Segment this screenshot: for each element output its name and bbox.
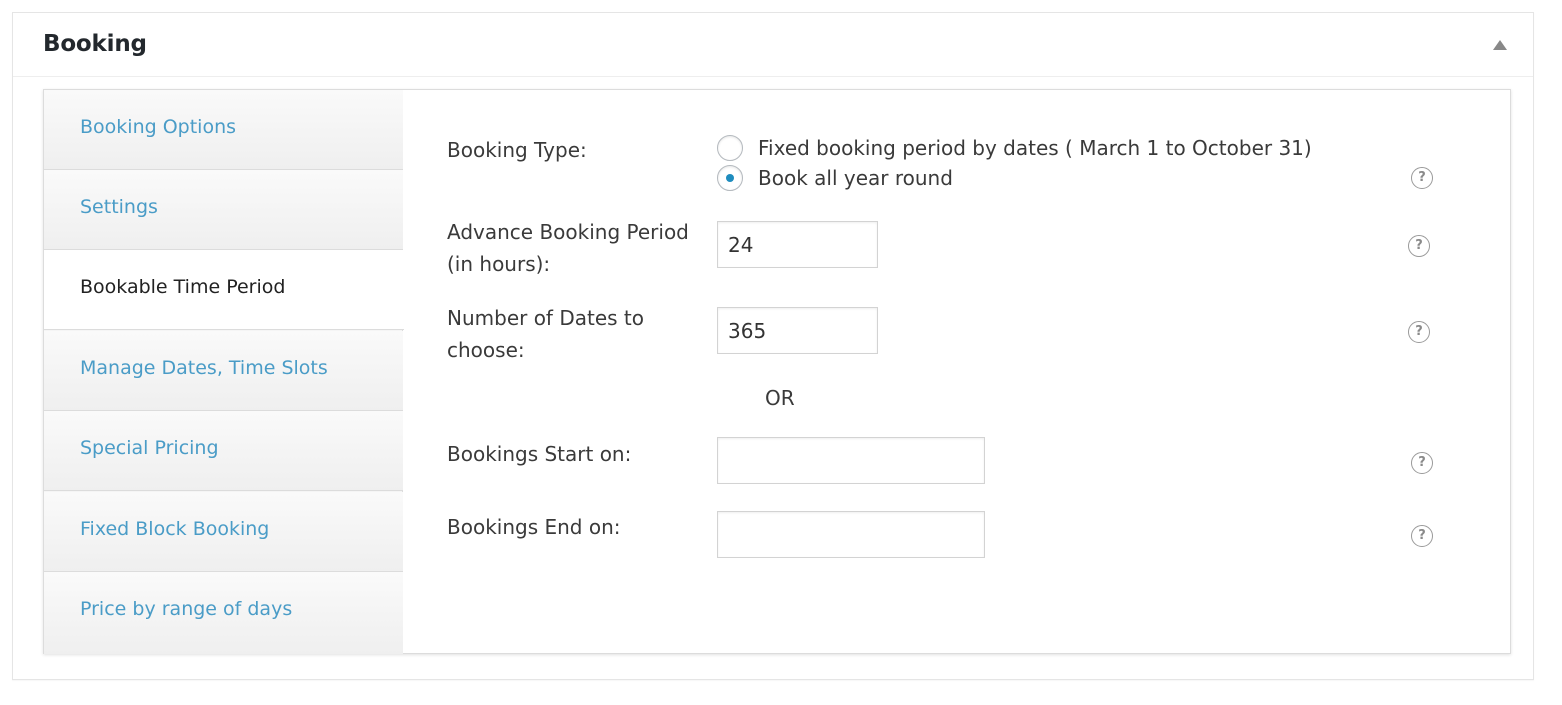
help-icon[interactable]: ?: [1408, 235, 1430, 257]
tab-fixed-block-booking[interactable]: Fixed Block Booking: [44, 492, 403, 572]
help-icon[interactable]: ?: [1411, 525, 1433, 547]
tab-label: Settings: [80, 196, 158, 218]
radio-button[interactable]: [717, 135, 743, 161]
tab-label: Bookable Time Period: [80, 276, 286, 298]
bookings-end-on-label: Bookings End on:: [447, 515, 621, 539]
tab-list: Booking Options Settings Bookable Time P…: [44, 90, 404, 654]
radio-fixed-booking-period[interactable]: Fixed booking period by dates ( March 1 …: [717, 134, 1312, 162]
tab-special-pricing[interactable]: Special Pricing: [44, 411, 403, 491]
booking-metabox: Booking Booking Options Settings Bookabl…: [12, 12, 1534, 680]
booking-type-label: Booking Type:: [447, 138, 587, 162]
label-line: choose:: [447, 338, 525, 362]
tab-label: Booking Options: [80, 116, 237, 138]
tab-price-by-range-of-days[interactable]: Price by range of days: [44, 572, 403, 654]
bookings-end-on-input[interactable]: [717, 511, 985, 558]
number-of-dates-label: Number of Dates to choose:: [447, 302, 644, 366]
tab-booking-options[interactable]: Booking Options: [44, 90, 403, 170]
tabs-container: Booking Options Settings Bookable Time P…: [43, 89, 1511, 654]
radio-label: Fixed booking period by dates ( March 1 …: [758, 136, 1312, 160]
label-line: Number of Dates to: [447, 306, 644, 330]
advance-booking-period-label: Advance Booking Period (in hours):: [447, 216, 689, 280]
radio-button-checked[interactable]: [717, 165, 743, 191]
tab-bookable-time-period[interactable]: Bookable Time Period: [44, 250, 404, 330]
tab-label: Special Pricing: [80, 437, 219, 459]
help-icon[interactable]: ?: [1411, 452, 1433, 474]
advance-booking-period-input[interactable]: [717, 221, 878, 268]
tab-label: Price by range of days: [80, 598, 293, 620]
bookable-time-period-panel: Booking Type: Fixed booking period by da…: [404, 90, 1510, 653]
bookings-start-on-label: Bookings Start on:: [447, 442, 632, 466]
tab-label: Manage Dates, Time Slots: [80, 357, 328, 379]
radio-book-all-year-round[interactable]: Book all year round: [717, 164, 953, 192]
help-icon[interactable]: ?: [1411, 167, 1433, 189]
triangle-up-icon[interactable]: [1493, 40, 1507, 50]
tab-manage-dates-time-slots[interactable]: Manage Dates, Time Slots: [44, 331, 403, 411]
or-separator: OR: [765, 386, 795, 410]
bookings-start-on-input[interactable]: [717, 437, 985, 484]
help-icon[interactable]: ?: [1408, 321, 1430, 343]
metabox-header[interactable]: Booking: [13, 13, 1533, 77]
tab-settings[interactable]: Settings: [44, 170, 403, 250]
label-line: (in hours):: [447, 252, 551, 276]
number-of-dates-input[interactable]: [717, 307, 878, 354]
metabox-title: Booking: [43, 31, 147, 57]
label-line: Advance Booking Period: [447, 220, 689, 244]
tab-label: Fixed Block Booking: [80, 518, 270, 540]
radio-label: Book all year round: [758, 166, 953, 190]
